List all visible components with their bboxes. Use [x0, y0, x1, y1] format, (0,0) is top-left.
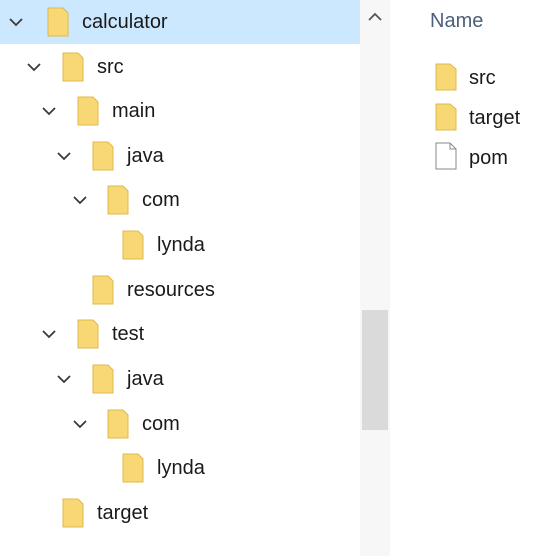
tree-item-label: java — [127, 368, 164, 390]
folder-icon — [122, 230, 144, 260]
folder-icon — [435, 63, 457, 91]
tree-item-main[interactable]: main — [0, 89, 360, 133]
tree-item-test-lynda[interactable]: lynda — [0, 446, 360, 490]
list-item-pom[interactable]: pom — [390, 138, 542, 176]
tree-item-label: main — [112, 100, 156, 122]
folder-icon — [107, 409, 129, 439]
folder-icon — [62, 52, 84, 82]
tree-item-test-java[interactable]: java — [0, 357, 360, 401]
folder-icon — [77, 319, 99, 349]
tree-item-src[interactable]: src — [0, 45, 360, 89]
list-item-label: src — [469, 67, 496, 89]
chevron-down-icon[interactable] — [9, 15, 23, 29]
folder-icon — [107, 185, 129, 215]
tree-item-label: lynda — [157, 457, 205, 479]
chevron-down-icon[interactable] — [57, 149, 71, 163]
tree-item-label: target — [97, 502, 149, 524]
chevron-down-icon[interactable] — [42, 104, 56, 118]
file-list: Name src target pom — [390, 0, 542, 556]
chevron-down-icon[interactable] — [57, 372, 71, 386]
chevron-down-icon[interactable] — [27, 60, 41, 74]
tree-item-test-com[interactable]: com — [0, 402, 360, 446]
chevron-down-icon[interactable] — [73, 193, 87, 207]
list-item-target[interactable]: target — [390, 98, 542, 136]
list-item-label: target — [469, 107, 521, 129]
tree-item-label: com — [142, 413, 180, 435]
folder-icon — [92, 141, 114, 171]
folder-icon — [77, 96, 99, 126]
folder-icon — [92, 364, 114, 394]
tree-item-main-com[interactable]: com — [0, 178, 360, 222]
tree-item-resources[interactable]: resources — [0, 268, 360, 312]
list-item-label: pom — [469, 147, 508, 169]
file-icon — [435, 142, 457, 170]
tree-item-label: calculator — [82, 11, 168, 33]
column-header-name[interactable]: Name — [430, 10, 483, 33]
chevron-up-icon[interactable] — [360, 0, 390, 34]
folder-icon — [92, 275, 114, 305]
tree-item-label: resources — [127, 279, 215, 301]
list-item-src[interactable]: src — [390, 58, 542, 96]
tree-item-test[interactable]: test — [0, 312, 360, 356]
tree-scrollbar[interactable] — [360, 0, 390, 556]
scrollbar-thumb[interactable] — [362, 310, 388, 430]
tree-item-label: lynda — [157, 234, 205, 256]
navigation-tree: calculator src main java com lynda resou… — [0, 0, 360, 556]
tree-item-label: test — [112, 323, 145, 345]
folder-icon — [122, 453, 144, 483]
tree-item-label: src — [97, 56, 124, 78]
tree-item-main-lynda[interactable]: lynda — [0, 223, 360, 267]
tree-item-calculator[interactable]: calculator — [0, 0, 360, 44]
folder-icon — [47, 7, 69, 37]
chevron-down-icon[interactable] — [73, 417, 87, 431]
chevron-down-icon[interactable] — [42, 327, 56, 341]
tree-item-main-java[interactable]: java — [0, 134, 360, 178]
tree-item-label: com — [142, 189, 180, 211]
folder-icon — [62, 498, 84, 528]
tree-item-label: java — [127, 145, 164, 167]
folder-icon — [435, 103, 457, 131]
tree-item-target[interactable]: target — [0, 491, 360, 535]
